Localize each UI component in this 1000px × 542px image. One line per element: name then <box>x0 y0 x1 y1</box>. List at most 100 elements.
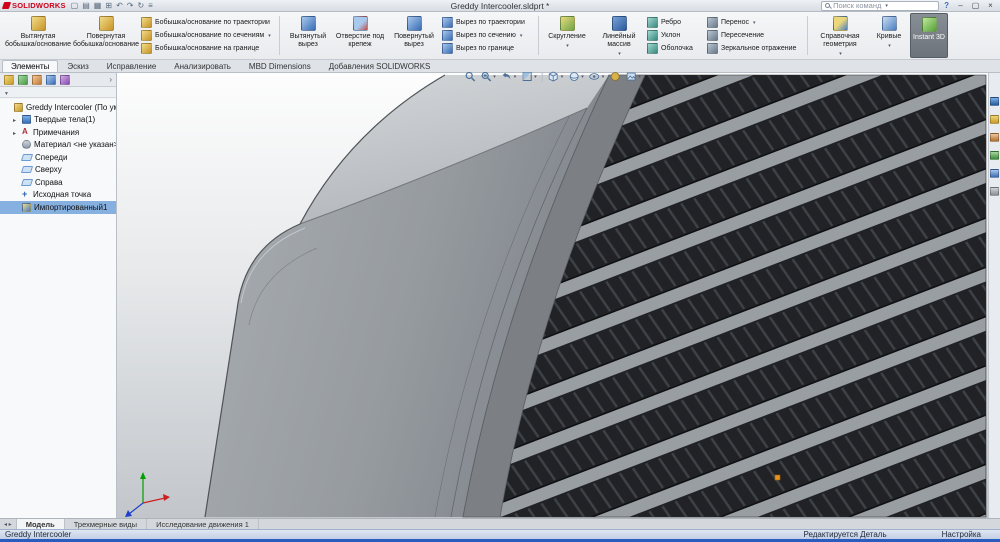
instant3d-icon <box>922 17 937 32</box>
tree-filter-bar[interactable] <box>0 87 116 98</box>
boundary-boss-button[interactable]: Бобышка/основание на границе <box>141 42 275 55</box>
appearances-icon[interactable] <box>990 169 999 178</box>
linear-pattern-button[interactable]: Линейный массив <box>593 13 645 58</box>
previous-view-button[interactable] <box>501 71 517 82</box>
expand-caret-icon[interactable] <box>13 115 19 124</box>
lofted-boss-button[interactable]: Бобышка/основание по сечениям <box>141 29 275 42</box>
extruded-boss-button[interactable]: Вытянутая бобышка/основание <box>5 13 71 58</box>
graphics-viewport[interactable] <box>117 73 988 518</box>
panel-collapse-chevron-icon[interactable]: › <box>109 75 112 84</box>
swept-cut-button[interactable]: Вырез по траектории <box>442 16 534 29</box>
material-icon <box>22 140 31 149</box>
tab-sketch[interactable]: Эскиз <box>58 60 97 72</box>
boundary-cut-button[interactable]: Вырез по границе <box>442 42 534 55</box>
expand-caret-icon[interactable] <box>13 128 19 137</box>
edit-appearance-button[interactable] <box>609 71 620 82</box>
revolved-boss-button[interactable]: Повернутая бобышка/основание <box>73 13 139 58</box>
configurationmanager-tab-icon[interactable] <box>32 75 42 85</box>
tree-item-top-plane[interactable]: Сверху <box>0 164 116 177</box>
tree-item-right-plane[interactable]: Справа <box>0 176 116 189</box>
tab-motion-study[interactable]: Исследование движения 1 <box>147 519 259 529</box>
rebuild-icon[interactable]: ↻ <box>137 2 144 10</box>
tree-item-imported1[interactable]: Импортированный1 <box>0 201 116 214</box>
revolved-cut-button[interactable]: Повернутый вырез <box>388 13 440 58</box>
open-icon[interactable]: ▤ <box>82 2 90 10</box>
tab-evaluate[interactable]: Анализировать <box>165 60 240 72</box>
fillet-button[interactable]: Скругление <box>543 13 591 58</box>
propertymanager-tab-icon[interactable] <box>18 75 28 85</box>
tree-item-origin[interactable]: Исходная точка <box>0 189 116 202</box>
tab-scroll-arrows[interactable]: ◂ ▸ <box>0 519 16 529</box>
redo-icon[interactable]: ↷ <box>127 2 134 10</box>
customize-button[interactable]: Настройка <box>942 530 981 539</box>
custom-properties-icon[interactable] <box>990 187 999 196</box>
minimize-button[interactable]: – <box>954 1 967 11</box>
swept-boss-icon <box>141 17 152 28</box>
ribbon-separator <box>538 16 539 55</box>
tab-3d-views[interactable]: Трехмерные виды <box>65 519 147 529</box>
view-orientation-button[interactable] <box>548 71 564 82</box>
tab-model[interactable]: Модель <box>16 519 65 529</box>
curves-button[interactable]: Кривые <box>870 13 908 58</box>
options-icon[interactable]: ≡ <box>148 2 153 10</box>
design-library-icon[interactable] <box>990 115 999 124</box>
maximize-button[interactable]: ▢ <box>969 1 982 11</box>
draft-button[interactable]: Уклон <box>647 29 705 42</box>
section-view-button[interactable] <box>521 71 537 82</box>
button-label: Скругление <box>548 33 585 41</box>
tree-item-solid-bodies[interactable]: Твердые тела(1) <box>0 114 116 127</box>
tab-mbd-dimensions[interactable]: MBD Dimensions <box>240 60 320 72</box>
button-label: Кривые <box>877 33 902 41</box>
save-icon[interactable]: ▦ <box>94 2 102 10</box>
undo-icon[interactable]: ↶ <box>116 2 123 10</box>
tree-item-material[interactable]: Материал <не указан> <box>0 139 116 152</box>
intersect-button[interactable]: Пересечение <box>707 29 803 42</box>
filter-dropdown-icon[interactable] <box>4 87 9 97</box>
lofted-cut-button[interactable]: Вырез по сечению <box>442 29 534 42</box>
hide-show-items-button[interactable] <box>589 71 605 82</box>
tab-features[interactable]: Элементы <box>2 60 58 72</box>
ribbon-group-reference: Справочная геометрия Кривые Instant 3D <box>809 13 951 58</box>
intercooler-model[interactable] <box>117 73 988 518</box>
command-search-input[interactable]: Поиск команд <box>821 1 939 11</box>
featuremanager-tab-icon[interactable] <box>4 75 14 85</box>
zoom-area-button[interactable] <box>480 71 496 82</box>
tab-repair[interactable]: Исправление <box>98 60 166 72</box>
reference-geometry-button[interactable]: Справочная геометрия <box>812 13 868 58</box>
apply-scene-icon <box>625 71 636 82</box>
help-button[interactable]: ? <box>944 1 949 10</box>
instant3d-button[interactable]: Instant 3D <box>910 13 948 58</box>
hole-wizard-button[interactable]: Отверстие под крепеж <box>334 13 386 58</box>
rib-button[interactable]: Ребро <box>647 16 705 29</box>
zoom-fit-button[interactable] <box>464 71 475 82</box>
tab-solidworks-addins[interactable]: Добавления SOLIDWORKS <box>320 60 440 72</box>
button-label: Instant 3D <box>913 34 945 42</box>
swept-boss-button[interactable]: Бобышка/основание по траектории <box>141 16 275 29</box>
dimxpertmanager-tab-icon[interactable] <box>46 75 56 85</box>
draft-icon <box>647 30 658 41</box>
zoom-fit-icon <box>464 71 475 82</box>
tree-item-label: Примечания <box>33 128 79 137</box>
mirror-button[interactable]: Зеркальное отражение <box>707 42 803 55</box>
print-icon[interactable]: ⊞ <box>105 2 112 10</box>
displaymanager-tab-icon[interactable] <box>60 75 70 85</box>
tree-item-part-root[interactable]: Greddy Intercooler (По умолчанию< <box>0 101 116 114</box>
file-explorer-icon[interactable] <box>990 133 999 142</box>
new-icon[interactable]: ▢ <box>71 2 79 10</box>
move-button[interactable]: Перенос <box>707 16 803 29</box>
close-button[interactable]: × <box>984 1 997 11</box>
tree-item-front-plane[interactable]: Спереди <box>0 151 116 164</box>
shell-button[interactable]: Оболочка <box>647 42 705 55</box>
button-label: Ребро <box>661 19 681 26</box>
quick-access-toolbar: ▢ ▤ ▦ ⊞ ↶ ↷ ↻ ≡ <box>71 2 153 10</box>
solidworks-resources-icon[interactable] <box>990 97 999 106</box>
view-palette-icon[interactable] <box>990 151 999 160</box>
tree-item-annotations[interactable]: Примечания <box>0 126 116 139</box>
extruded-cut-button[interactable]: Вытянутый вырез <box>284 13 332 58</box>
solid-bodies-folder-icon <box>22 115 31 124</box>
display-style-button[interactable] <box>568 71 584 82</box>
hole-wizard-icon <box>353 16 368 31</box>
imported-feature-icon <box>22 203 31 212</box>
button-label: Отверстие под крепеж <box>334 33 386 49</box>
apply-scene-button[interactable] <box>625 71 641 82</box>
